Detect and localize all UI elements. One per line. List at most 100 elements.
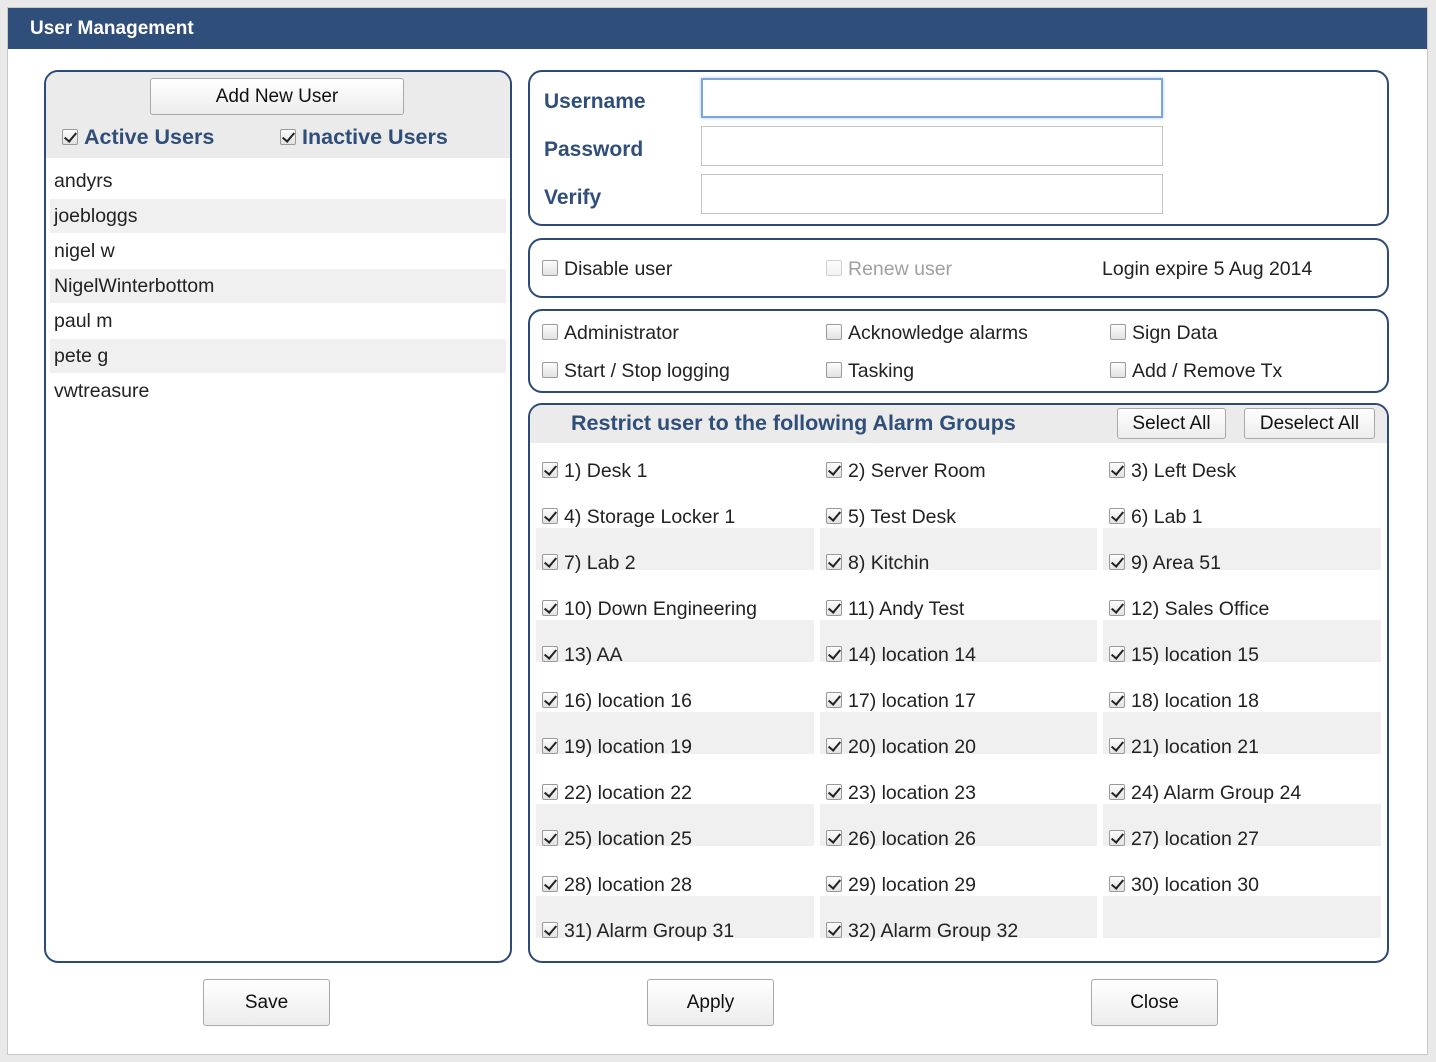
alarm-group-item[interactable]: 4) Storage Locker 1 — [542, 506, 735, 529]
alarm-group-checkbox[interactable] — [1109, 508, 1125, 524]
user-list-item[interactable]: nigel w — [50, 234, 506, 268]
deselect-all-button[interactable]: Deselect All — [1244, 408, 1375, 439]
alarm-group-checkbox[interactable] — [1109, 462, 1125, 478]
permission-checkbox[interactable] — [542, 324, 558, 340]
alarm-group-item[interactable]: 6) Lab 1 — [1109, 506, 1203, 529]
alarm-group-checkbox[interactable] — [542, 600, 558, 616]
verify-password-input[interactable] — [701, 174, 1163, 214]
password-input[interactable] — [701, 126, 1163, 166]
inactive-users-checkbox[interactable] — [280, 129, 296, 145]
alarm-group-checkbox[interactable] — [826, 784, 842, 800]
filter-active-users[interactable]: Active Users — [62, 125, 214, 150]
active-users-checkbox[interactable] — [62, 129, 78, 145]
alarm-group-item[interactable]: 19) location 19 — [542, 736, 692, 759]
alarm-group-item[interactable]: 28) location 28 — [542, 874, 692, 897]
alarm-group-item[interactable]: 23) location 23 — [826, 782, 976, 805]
alarm-group-item[interactable]: 8) Kitchin — [826, 552, 929, 575]
alarm-group-item[interactable]: 10) Down Engineering — [542, 598, 757, 621]
user-list-item[interactable]: andyrs — [50, 164, 506, 198]
alarm-group-checkbox[interactable] — [542, 462, 558, 478]
alarm-group-checkbox[interactable] — [542, 830, 558, 846]
user-list-item[interactable]: pete g — [50, 339, 506, 373]
save-button[interactable]: Save — [203, 979, 330, 1026]
alarm-group-checkbox[interactable] — [826, 876, 842, 892]
permission-option[interactable]: Start / Stop logging — [542, 360, 730, 383]
user-list-item[interactable]: vwtreasure — [50, 374, 506, 408]
alarm-group-item[interactable]: 29) location 29 — [826, 874, 976, 897]
alarm-group-item[interactable]: 21) location 21 — [1109, 736, 1259, 759]
user-list-item[interactable]: paul m — [50, 304, 506, 338]
alarm-group-item[interactable]: 27) location 27 — [1109, 828, 1259, 851]
permission-checkbox[interactable] — [1110, 324, 1126, 340]
alarm-group-checkbox[interactable] — [542, 508, 558, 524]
alarm-group-label: 5) Test Desk — [848, 506, 957, 528]
alarm-group-item[interactable]: 22) location 22 — [542, 782, 692, 805]
user-list-item[interactable]: joebloggs — [50, 199, 506, 233]
alarm-group-item[interactable]: 11) Andy Test — [826, 598, 964, 621]
disable-user-option[interactable]: Disable user — [542, 258, 672, 281]
alarm-group-checkbox[interactable] — [1109, 646, 1125, 662]
alarm-group-checkbox[interactable] — [1109, 692, 1125, 708]
alarm-group-checkbox[interactable] — [826, 738, 842, 754]
alarm-group-checkbox[interactable] — [542, 692, 558, 708]
user-list-item[interactable]: NigelWinterbottom — [50, 269, 506, 303]
alarm-group-checkbox[interactable] — [826, 922, 842, 938]
alarm-group-checkbox[interactable] — [542, 876, 558, 892]
alarm-group-checkbox[interactable] — [826, 554, 842, 570]
alarm-group-checkbox[interactable] — [1109, 784, 1125, 800]
alarm-group-checkbox[interactable] — [826, 600, 842, 616]
alarm-group-checkbox[interactable] — [542, 554, 558, 570]
alarm-group-checkbox[interactable] — [542, 922, 558, 938]
alarm-group-checkbox[interactable] — [1109, 830, 1125, 846]
apply-button[interactable]: Apply — [647, 979, 774, 1026]
permission-option[interactable]: Tasking — [826, 360, 914, 383]
alarm-group-checkbox[interactable] — [542, 646, 558, 662]
permission-checkbox[interactable] — [542, 362, 558, 378]
alarm-group-checkbox[interactable] — [826, 692, 842, 708]
alarm-group-item[interactable]: 3) Left Desk — [1109, 460, 1236, 483]
alarm-group-checkbox[interactable] — [1109, 554, 1125, 570]
alarm-group-item[interactable]: 20) location 20 — [826, 736, 976, 759]
permission-option[interactable]: Administrator — [542, 322, 679, 345]
permission-option[interactable]: Sign Data — [1110, 322, 1218, 345]
alarm-group-item[interactable]: 12) Sales Office — [1109, 598, 1269, 621]
alarm-group-item[interactable]: 25) location 25 — [542, 828, 692, 851]
alarm-group-item[interactable]: 30) location 30 — [1109, 874, 1259, 897]
alarm-group-checkbox[interactable] — [826, 462, 842, 478]
alarm-group-item[interactable]: 13) AA — [542, 644, 623, 667]
alarm-group-item[interactable]: 32) Alarm Group 32 — [826, 920, 1018, 943]
alarm-group-item[interactable]: 5) Test Desk — [826, 506, 956, 529]
close-button[interactable]: Close — [1091, 979, 1218, 1026]
add-new-user-button[interactable]: Add New User — [150, 78, 404, 115]
username-input[interactable] — [701, 78, 1163, 118]
alarm-group-checkbox[interactable] — [1109, 600, 1125, 616]
select-all-button[interactable]: Select All — [1117, 408, 1226, 439]
permission-option[interactable]: Add / Remove Tx — [1110, 360, 1282, 383]
alarm-group-checkbox[interactable] — [542, 784, 558, 800]
alarm-group-item[interactable]: 16) location 16 — [542, 690, 692, 713]
alarm-group-item[interactable]: 14) location 14 — [826, 644, 976, 667]
alarm-group-checkbox[interactable] — [1109, 876, 1125, 892]
users-panel-header: Add New User Active Users Inactive Users — [46, 72, 510, 158]
alarm-group-item[interactable]: 2) Server Room — [826, 460, 986, 483]
permission-checkbox[interactable] — [826, 362, 842, 378]
alarm-group-item[interactable]: 26) location 26 — [826, 828, 976, 851]
alarm-group-checkbox[interactable] — [826, 508, 842, 524]
alarm-group-item[interactable]: 15) location 15 — [1109, 644, 1259, 667]
filter-inactive-users[interactable]: Inactive Users — [280, 125, 448, 150]
permission-checkbox[interactable] — [826, 324, 842, 340]
alarm-group-checkbox[interactable] — [1109, 738, 1125, 754]
alarm-group-item[interactable]: 24) Alarm Group 24 — [1109, 782, 1301, 805]
alarm-group-item[interactable]: 9) Area 51 — [1109, 552, 1221, 575]
permission-checkbox[interactable] — [1110, 362, 1126, 378]
alarm-group-item[interactable]: 17) location 17 — [826, 690, 976, 713]
alarm-group-checkbox[interactable] — [542, 738, 558, 754]
disable-user-checkbox[interactable] — [542, 260, 558, 276]
alarm-group-item[interactable]: 31) Alarm Group 31 — [542, 920, 734, 943]
alarm-group-item[interactable]: 18) location 18 — [1109, 690, 1259, 713]
permission-option[interactable]: Acknowledge alarms — [826, 322, 1028, 345]
alarm-group-checkbox[interactable] — [826, 830, 842, 846]
alarm-group-item[interactable]: 7) Lab 2 — [542, 552, 636, 575]
alarm-group-checkbox[interactable] — [826, 646, 842, 662]
alarm-group-item[interactable]: 1) Desk 1 — [542, 460, 647, 483]
